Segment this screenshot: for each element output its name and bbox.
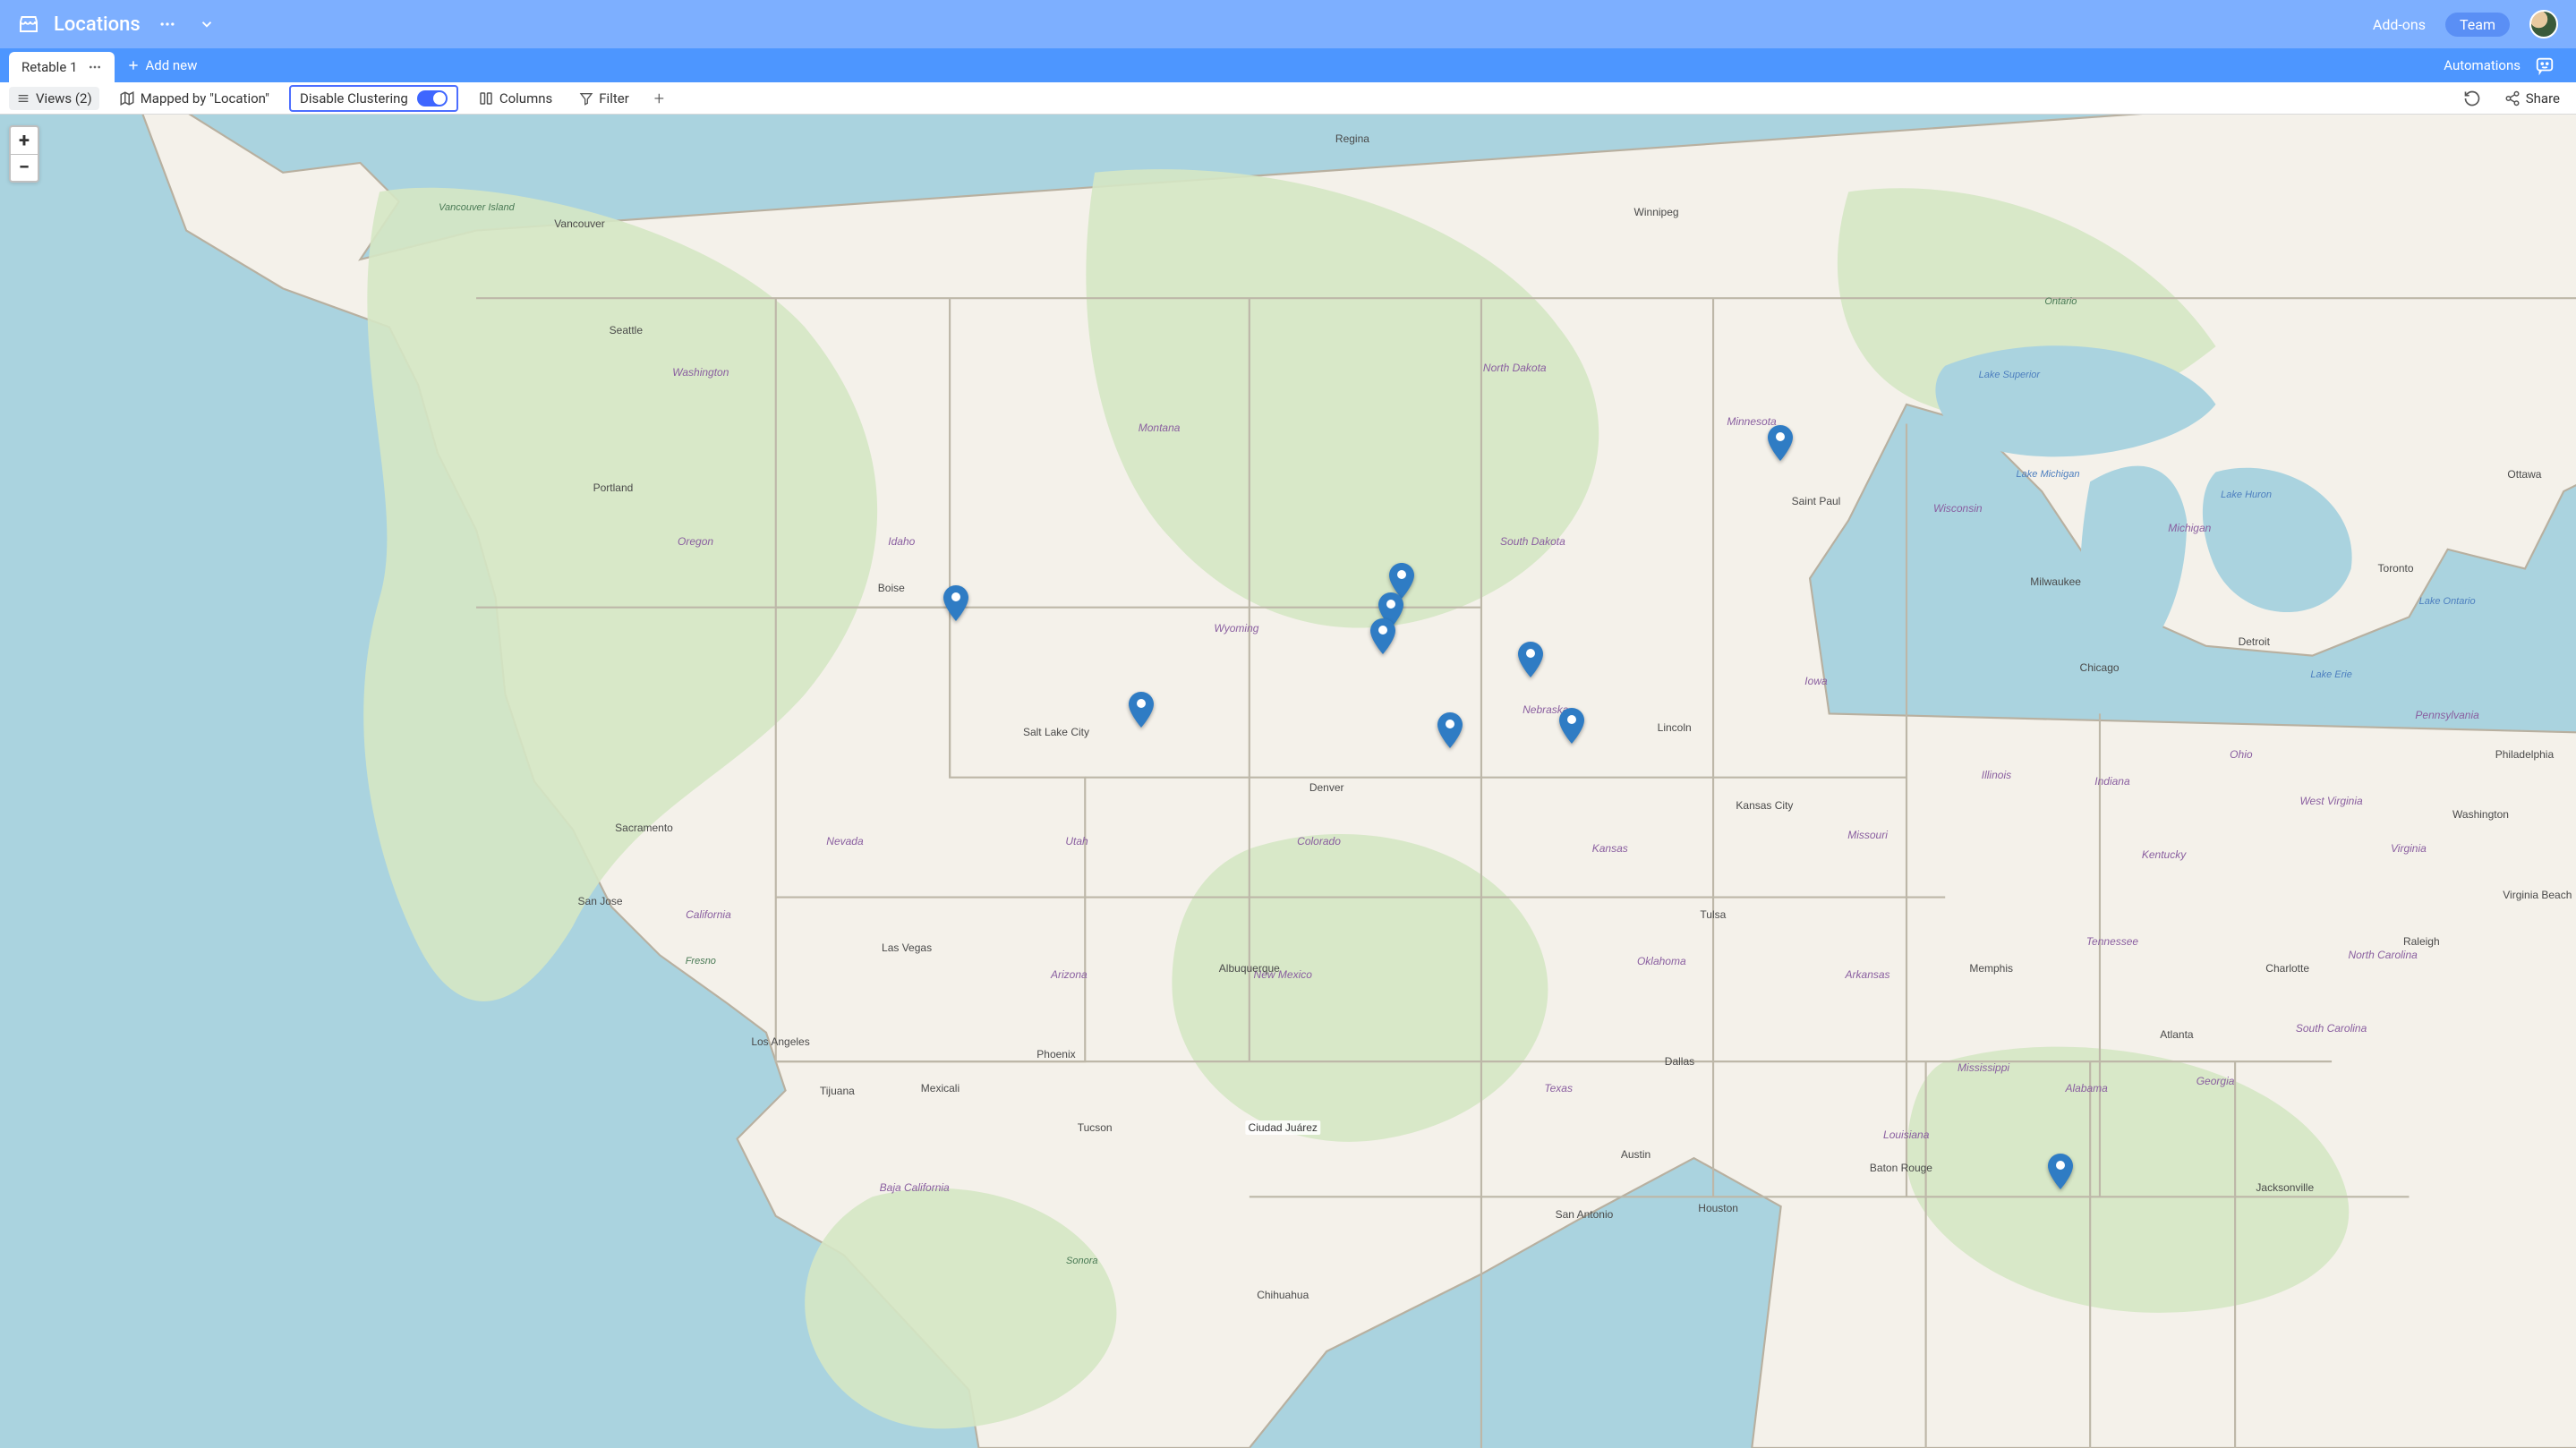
add-tab-button[interactable]: Add new	[115, 48, 209, 82]
zoom-out-button[interactable]: −	[11, 154, 38, 181]
pin-alabama[interactable]	[2048, 1154, 2073, 1189]
zoom-control: + −	[9, 125, 39, 183]
chat-icon[interactable]	[2529, 48, 2560, 82]
mapped-by-label: Mapped by "Location"	[141, 90, 269, 106]
pin-nebraska-a[interactable]	[1518, 642, 1543, 677]
map-icon	[119, 90, 135, 106]
pin-wyoming[interactable]	[1129, 692, 1154, 728]
views-label: Views (2)	[36, 90, 92, 106]
undo-icon[interactable]	[2463, 89, 2481, 107]
more-icon[interactable]	[88, 60, 102, 74]
tabbar: Retable 1 Add new Automations	[0, 48, 2576, 82]
tab-label: Retable 1	[21, 59, 77, 75]
zoom-in-button[interactable]: +	[11, 127, 38, 154]
views-button[interactable]: Views (2)	[9, 87, 99, 110]
share-button[interactable]: Share	[2497, 87, 2567, 110]
add-tool-button[interactable]: +	[649, 88, 670, 109]
add-new-label: Add new	[145, 57, 197, 73]
filter-label: Filter	[599, 90, 629, 106]
view-toolbar: Views (2) Mapped by "Location" Disable C…	[0, 82, 2576, 115]
titlebar: Locations Add-ons Team	[0, 0, 2576, 48]
team-button[interactable]: Team	[2445, 13, 2510, 37]
pin-minnesota[interactable]	[1768, 425, 1793, 461]
pin-idaho[interactable]	[943, 585, 968, 621]
automations-button[interactable]: Automations	[2435, 48, 2529, 82]
addons-button[interactable]: Add-ons	[2373, 16, 2426, 33]
mapped-by-button[interactable]: Mapped by "Location"	[112, 87, 277, 110]
map-background	[0, 115, 2576, 1448]
clustering-control: Disable Clustering	[289, 85, 458, 112]
clustering-label: Disable Clustering	[300, 90, 408, 106]
columns-button[interactable]: Columns	[471, 87, 559, 110]
menu-icon	[16, 91, 30, 106]
shop-icon	[18, 13, 39, 35]
avatar[interactable]	[2529, 10, 2558, 38]
clustering-toggle[interactable]	[417, 90, 448, 106]
page-title: Locations	[54, 13, 141, 36]
map-area[interactable]: + − Lake SuperiorLake MichiganLake Huron…	[0, 115, 2576, 1448]
columns-icon	[478, 90, 494, 106]
share-icon	[2504, 90, 2521, 106]
tab-retable-1[interactable]: Retable 1	[9, 52, 115, 82]
pin-sd-c[interactable]	[1370, 618, 1395, 654]
chevron-down-icon[interactable]	[194, 12, 219, 37]
filter-button[interactable]: Filter	[572, 87, 636, 110]
more-icon[interactable]	[155, 12, 180, 37]
pin-nebraska-b[interactable]	[1437, 712, 1463, 748]
share-label: Share	[2526, 90, 2560, 106]
columns-label: Columns	[499, 90, 552, 106]
pin-nebraska-c[interactable]	[1559, 708, 1584, 744]
filter-icon	[579, 91, 593, 106]
